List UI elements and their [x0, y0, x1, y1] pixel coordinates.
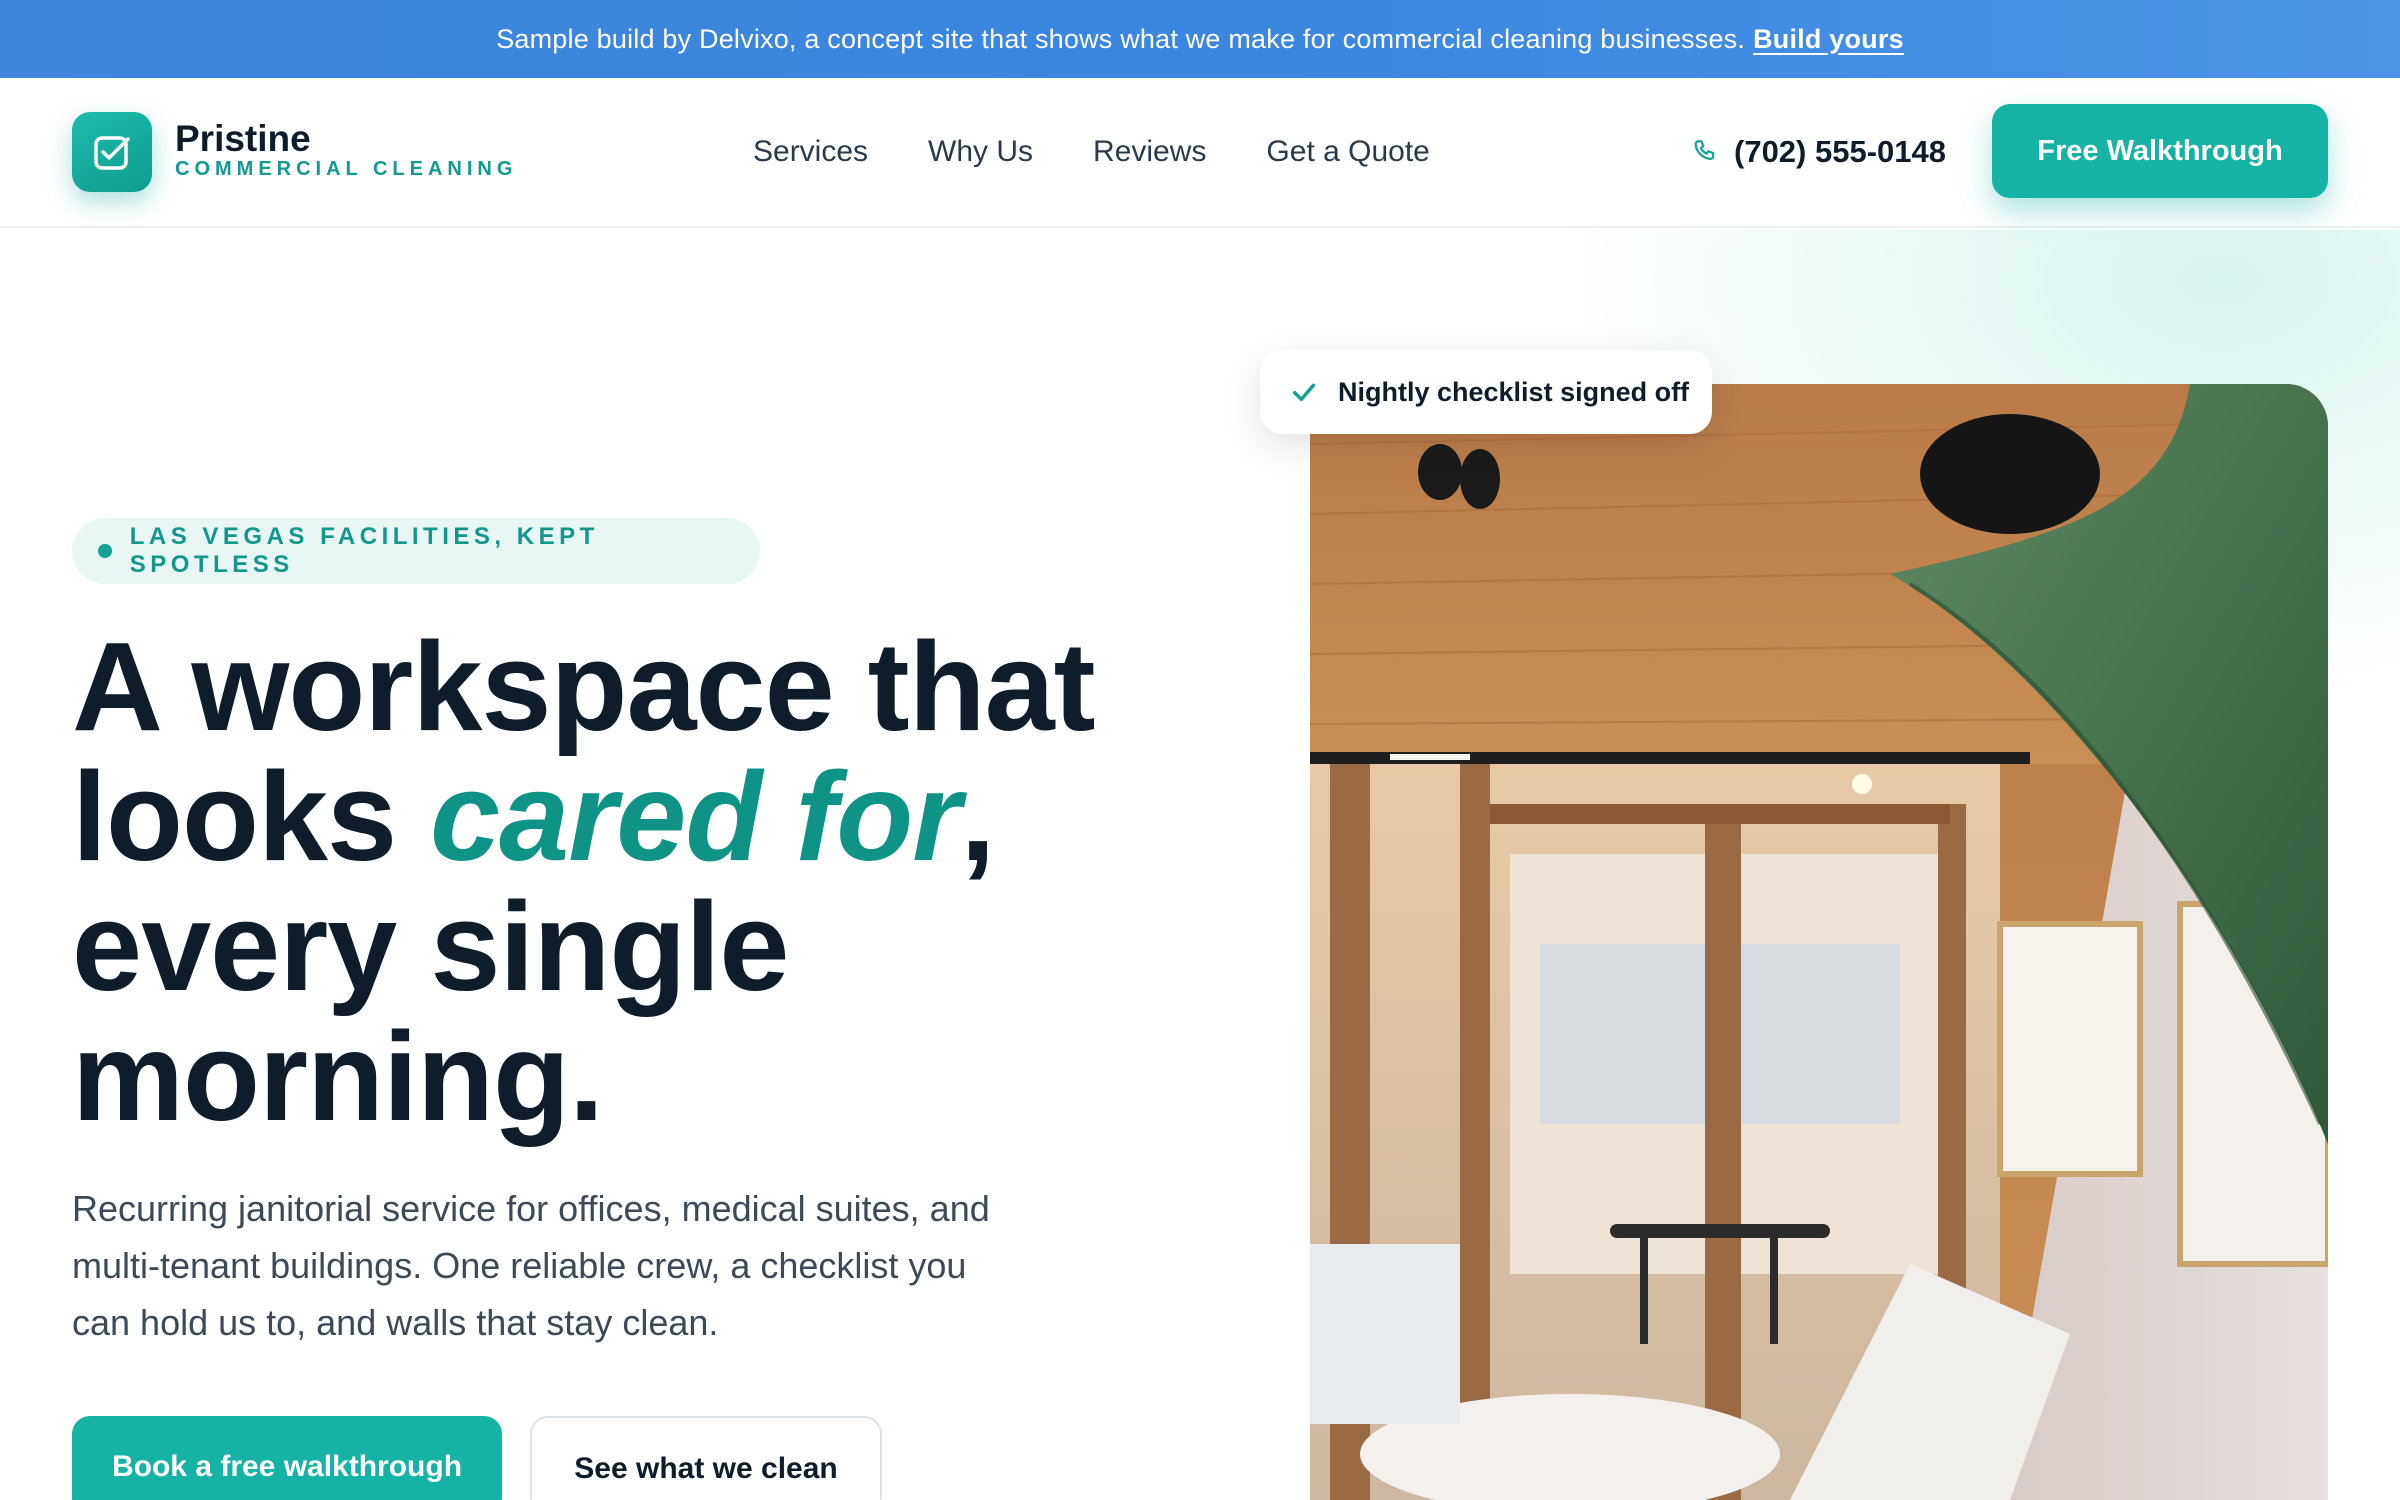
free-walkthrough-button[interactable]: Free Walkthrough — [1992, 104, 2328, 198]
check-icon — [1292, 383, 1316, 402]
checkbox-icon — [94, 136, 130, 170]
dot-icon — [98, 544, 112, 558]
phone-number: (702) 555-0148 — [1734, 134, 1946, 169]
brand-name[interactable]: Pristine — [175, 118, 311, 160]
eyebrow-text: LAS VEGAS FACILITIES, KEPT SPOTLESS — [129, 523, 599, 578]
see-what-we-clean-button[interactable]: See what we clean — [530, 1416, 882, 1500]
nav-reviews[interactable]: Reviews — [1093, 135, 1206, 169]
nav-why-us[interactable]: Why Us — [928, 135, 1033, 169]
phone-icon — [1694, 140, 1715, 160]
site-header: Pristine COMMERCIAL CLEANING Services Wh… — [0, 78, 2400, 228]
hero-office-photo — [1310, 384, 2328, 1500]
eyebrow-pill: LAS VEGAS FACILITIES, KEPT SPOTLESS — [72, 518, 760, 584]
book-walkthrough-button[interactable]: Book a free walkthrough — [72, 1416, 502, 1500]
hero-headline: A workspace that looks cared for, every … — [72, 622, 1222, 1142]
checklist-badge: Nightly checklist signed off — [1260, 350, 1712, 434]
brand-tagline: COMMERCIAL CLEANING — [175, 158, 518, 180]
hero-subtext: Recurring janitorial service for offices… — [72, 1188, 990, 1343]
logo[interactable] — [72, 112, 152, 192]
headline-highlight: cared for — [430, 746, 961, 887]
nav-get-a-quote[interactable]: Get a Quote — [1266, 135, 1429, 169]
badge-text: Nightly checklist signed off — [1338, 376, 1690, 407]
build-yours-link[interactable]: Build yours — [1753, 24, 1904, 55]
phone-link[interactable]: (702) 555-0148 — [1690, 78, 1946, 226]
banner-text: Sample build by Delvixo, a concept site … — [496, 23, 1746, 54]
main-nav: Services Why Us Reviews Get a Quote — [753, 78, 1430, 226]
nav-services[interactable]: Services — [753, 135, 868, 169]
promo-banner: Sample build by Delvixo, a concept site … — [0, 0, 2400, 78]
